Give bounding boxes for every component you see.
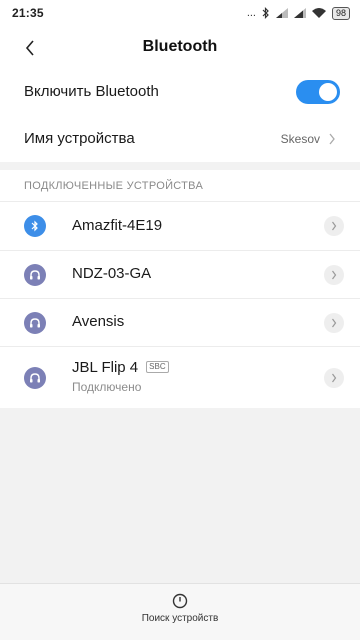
page-title: Bluetooth bbox=[142, 38, 218, 55]
codec-badge: SBC bbox=[146, 361, 169, 373]
app-header: Bluetooth bbox=[0, 26, 360, 68]
device-name-row[interactable]: Имя устройства Skesov bbox=[0, 115, 360, 162]
signal-icon-1 bbox=[275, 8, 288, 18]
headphones-icon bbox=[24, 367, 46, 389]
device-name: NDZ-03-GA bbox=[72, 265, 152, 282]
chevron-right-icon bbox=[329, 133, 335, 144]
device-name-text: JBL Flip 4 bbox=[72, 359, 139, 376]
device-name: JBL Flip 4 SBC bbox=[72, 359, 169, 376]
device-row-amazfit[interactable]: Amazfit-4E19 bbox=[0, 201, 360, 250]
device-name: Amazfit-4E19 bbox=[72, 217, 163, 234]
bluetooth-toggle-label: Включить Bluetooth bbox=[24, 83, 159, 100]
device-row-jbl[interactable]: JBL Flip 4 SBC Подключено bbox=[0, 346, 360, 408]
back-button[interactable] bbox=[16, 34, 44, 62]
chevron-right-icon[interactable] bbox=[324, 313, 344, 333]
refresh-icon bbox=[172, 593, 188, 609]
search-devices-label: Поиск устройств bbox=[141, 613, 219, 624]
status-icons: ... 98 bbox=[246, 6, 350, 20]
device-name-value: Skesov bbox=[280, 131, 320, 146]
bluetooth-icon bbox=[24, 215, 46, 237]
battery-icon: 98 bbox=[331, 6, 350, 20]
status-time: 21:35 bbox=[12, 6, 44, 20]
device-row-avensis[interactable]: Avensis bbox=[0, 298, 360, 346]
toggle-knob bbox=[319, 82, 337, 101]
chevron-right-icon[interactable] bbox=[324, 216, 344, 236]
settings-card: Включить Bluetooth Имя устройства Skesov bbox=[0, 68, 360, 162]
search-devices-button[interactable]: Поиск устройств bbox=[120, 592, 240, 636]
bluetooth-status-icon bbox=[262, 7, 270, 19]
section-separator bbox=[0, 162, 360, 170]
connected-devices-header: ПОДКЛЮЧЕННЫЕ УСТРОЙСТВА bbox=[24, 180, 204, 192]
chevron-right-icon[interactable] bbox=[324, 368, 344, 388]
connected-devices-card: ПОДКЛЮЧЕННЫЕ УСТРОЙСТВА Amazfit-4E19 NDZ… bbox=[0, 170, 360, 408]
headphones-icon bbox=[24, 264, 46, 286]
back-arrow-icon bbox=[25, 40, 34, 56]
device-name-label: Имя устройства bbox=[24, 130, 135, 147]
device-status: Подключено bbox=[72, 380, 142, 394]
signal-icon-2 bbox=[293, 8, 306, 18]
status-dots: ... bbox=[246, 7, 256, 19]
bluetooth-toggle-row[interactable]: Включить Bluetooth bbox=[0, 68, 360, 115]
device-name: Avensis bbox=[72, 313, 125, 330]
bottom-bar: Поиск устройств bbox=[0, 583, 360, 640]
chevron-right-icon[interactable] bbox=[324, 265, 344, 285]
status-bar: 21:35 ... 98 bbox=[0, 0, 360, 26]
wifi-icon bbox=[311, 8, 326, 18]
device-row-ndz[interactable]: NDZ-03-GA bbox=[0, 250, 360, 298]
headphones-icon bbox=[24, 312, 46, 334]
bluetooth-toggle[interactable] bbox=[296, 79, 340, 104]
